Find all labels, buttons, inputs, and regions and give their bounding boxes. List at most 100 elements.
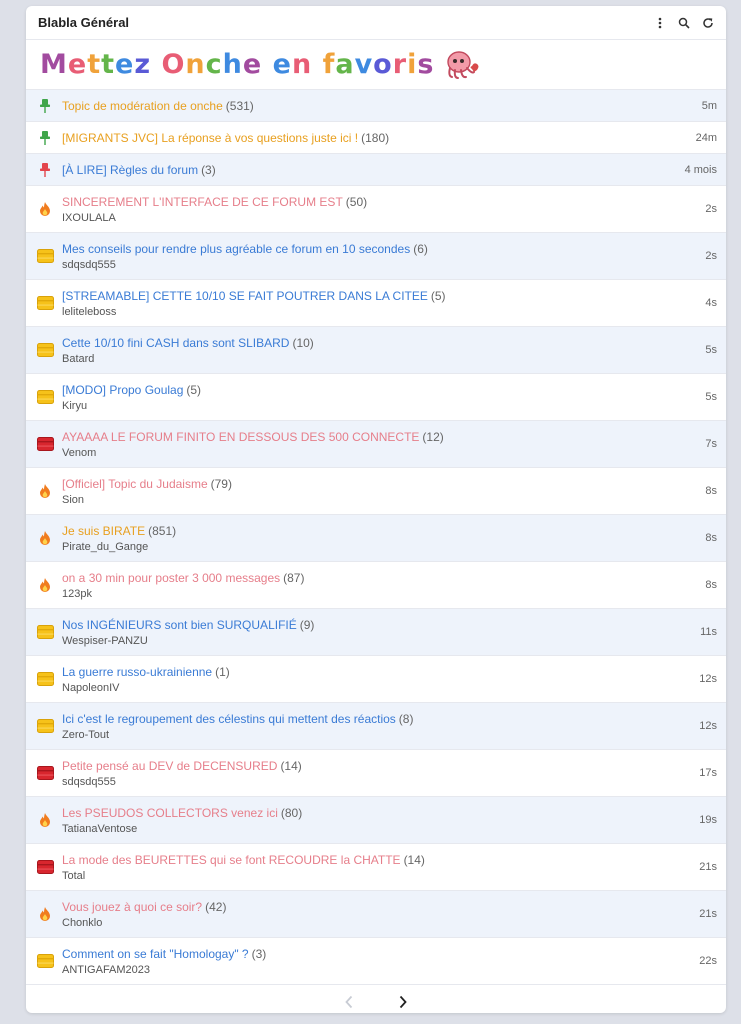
topic-title-link[interactable]: [À LIRE] Règles du forum [62,163,198,177]
topic-row[interactable]: [MIGRANTS JVC] La réponse à vos question… [26,122,726,154]
topic-author[interactable]: ANTIGAFAM2023 [62,964,699,976]
topic-title-link[interactable]: Petite pensé au DEV de DECENSURED [62,759,277,773]
banner-letter [151,49,161,80]
topic-row[interactable]: Je suis BIRATE (851) Pirate_du_Gange 8s [26,515,726,562]
topic-reply-count: (14) [280,758,302,773]
topic-row[interactable]: Nos INGÉNIEURS sont bien SURQUALIFIÉ (9) W… [26,609,726,656]
topic-author[interactable]: Chonklo [62,917,699,929]
topic-title-link[interactable]: La guerre russo-ukrainienne [62,665,212,679]
topic-title-link[interactable]: AYAAAA LE FORUM FINITO EN DESSOUS DES 50… [62,430,419,444]
topic-title-link[interactable]: Je suis BIRATE [62,524,145,538]
topic-content: Petite pensé au DEV de DECENSURED (14) sdq… [62,759,699,788]
topic-row[interactable]: Ici c'est le regroupement des célestins … [26,703,726,750]
topic-last-activity: 17s [699,767,717,779]
topic-reply-count: (79) [210,476,232,491]
topic-author[interactable]: sdqsdq555 [62,259,705,271]
topic-title-link[interactable]: La mode des BEURETTES qui se font RECOUD… [62,853,401,867]
topic-title-link[interactable]: on a 30 min pour poster 3 000 messages [62,571,280,585]
topic-title-link[interactable]: SINCEREMENT L'INTERFACE DE CE FORUM EST [62,195,343,209]
topic-row[interactable]: [MODO] Propo Goulag (5) Kiryu 5s [26,374,726,421]
topic-row[interactable]: Vous jouez à quoi ce soir? (42) Chonklo 21s [26,891,726,938]
topic-author[interactable]: Total [62,870,699,882]
topic-title-link[interactable]: [MIGRANTS JVC] La réponse à vos question… [62,131,358,145]
topic-author[interactable]: TatianaVentose [62,823,699,835]
banner-letter: e [272,49,292,80]
topic-title-link[interactable]: Les PSEUDOS COLLECTORS venez ici [62,806,278,820]
topic-content: AYAAAA LE FORUM FINITO EN DESSOUS DES 50… [62,430,705,459]
topic-title-line: [MIGRANTS JVC] La réponse à vos question… [62,131,696,145]
topic-title-link[interactable]: Cette 10/10 fini CASH dans sont SLIBARD [62,336,289,350]
topic-title-link[interactable]: [Officiel] Topic du Judaisme [62,477,208,491]
topic-author[interactable]: Sion [62,494,705,506]
chevron-left-icon[interactable] [341,994,357,1010]
topic-reply-count: (50) [345,194,368,209]
fire-icon [36,811,54,829]
topic-last-activity: 5s [705,344,717,356]
topic-title-link[interactable]: [STREAMABLE] CETTE 10/10 SE FAIT POUTRER… [62,289,428,303]
topic-title-link[interactable]: Comment on se fait "Homologay" ? [62,947,249,961]
topic-content: SINCEREMENT L'INTERFACE DE CE FORUM EST(… [62,195,705,224]
topic-title-link[interactable]: Ici c'est le regroupement des célestins … [62,712,396,726]
topic-author[interactable]: Zero-Tout [62,729,699,741]
more-vertical-icon[interactable] [654,16,666,30]
topic-row[interactable]: [À LIRE] Règles du forum (3) 4 mois [26,154,726,186]
refresh-icon[interactable] [702,16,714,30]
topic-row[interactable]: [Officiel] Topic du Judaisme (79) Sion 8s [26,468,726,515]
topic-title-line: Topic de modération de onche (531) [62,99,702,113]
topic-title-line: [Officiel] Topic du Judaisme (79) [62,477,705,491]
topic-last-activity: 12s [699,720,717,732]
topic-author[interactable]: 123pk [62,588,705,600]
fire-icon [36,200,54,218]
topic-content: [Officiel] Topic du Judaisme (79) Sion [62,477,705,506]
topic-author[interactable]: NapoleonIV [62,682,699,694]
topic-content: on a 30 min pour poster 3 000 messages (8… [62,571,705,600]
topic-author[interactable]: Batard [62,353,705,365]
topic-row[interactable]: La guerre russo-ukrainienne (1) NapoleonIV… [26,656,726,703]
topic-reply-count: (10) [292,335,314,350]
topic-row[interactable]: SINCEREMENT L'INTERFACE DE CE FORUM EST(… [26,186,726,233]
chevron-right-icon[interactable] [395,994,411,1010]
topic-author[interactable]: Venom [62,447,705,459]
topic-author[interactable]: sdqsdq555 [62,776,699,788]
folder-yellow-icon [36,341,54,359]
fire-icon [36,905,54,923]
topic-row[interactable]: La mode des BEURETTES qui se font RECOUD… [26,844,726,891]
topic-last-activity: 8s [705,485,717,497]
topic-title-link[interactable]: Vous jouez à quoi ce soir? [62,900,202,914]
octopus-mascot-icon [444,50,482,80]
topic-row[interactable]: on a 30 min pour poster 3 000 messages (8… [26,562,726,609]
topic-reply-count: (5) [430,288,446,303]
topic-row[interactable]: Cette 10/10 fini CASH dans sont SLIBARD(… [26,327,726,374]
banner-letter: M [40,49,68,80]
topic-last-activity: 24m [695,131,717,144]
banner-text: Mettez Onche en favoris [40,49,434,80]
topic-author[interactable]: IXOULALA [62,212,705,224]
topic-author[interactable]: Kiryu [62,400,705,412]
topic-row[interactable]: Petite pensé au DEV de DECENSURED (14) sdq… [26,750,726,797]
topic-last-activity: 21s [699,861,717,873]
topic-title-line: La mode des BEURETTES qui se font RECOUD… [62,853,699,867]
topic-row[interactable]: Mes conseils pour rendre plus agréable c… [26,233,726,280]
banner-letter: f [322,49,336,80]
topic-last-activity: 8s [705,532,717,544]
topic-row[interactable]: Topic de modération de onche (531) 5m [26,90,726,122]
topic-row[interactable]: AYAAAA LE FORUM FINITO EN DESSOUS DES 50… [26,421,726,468]
topic-author[interactable]: Pirate_du_Gange [62,541,705,553]
search-icon[interactable] [678,16,690,30]
topic-row[interactable]: [STREAMABLE] CETTE 10/10 SE FAIT POUTRER… [26,280,726,327]
topic-content: Ici c'est le regroupement des célestins … [62,712,699,741]
topic-row[interactable]: Les PSEUDOS COLLECTORS venez ici (80) Tati… [26,797,726,844]
topic-last-activity: 19s [699,814,717,826]
folder-red-icon [36,764,54,782]
topic-title-line: Les PSEUDOS COLLECTORS venez ici (80) [62,806,699,820]
topic-row[interactable]: Comment on se fait "Homologay" ? (3) ANTIG… [26,938,726,985]
topic-title-link[interactable]: Mes conseils pour rendre plus agréable c… [62,242,410,256]
topic-author[interactable]: leliteleboss [62,306,705,318]
topic-title-link[interactable]: Nos INGÉNIEURS sont bien SURQUALIFIÉ [62,618,297,632]
topic-title-link[interactable]: [MODO] Propo Goulag [62,383,183,397]
topic-title-line: Cette 10/10 fini CASH dans sont SLIBARD(… [62,336,705,350]
topic-reply-count: (42) [205,899,227,914]
banner-letter: a [335,49,355,80]
topic-author[interactable]: Wespiser-PANZU [62,635,700,647]
topic-title-link[interactable]: Topic de modération de onche [62,99,223,113]
